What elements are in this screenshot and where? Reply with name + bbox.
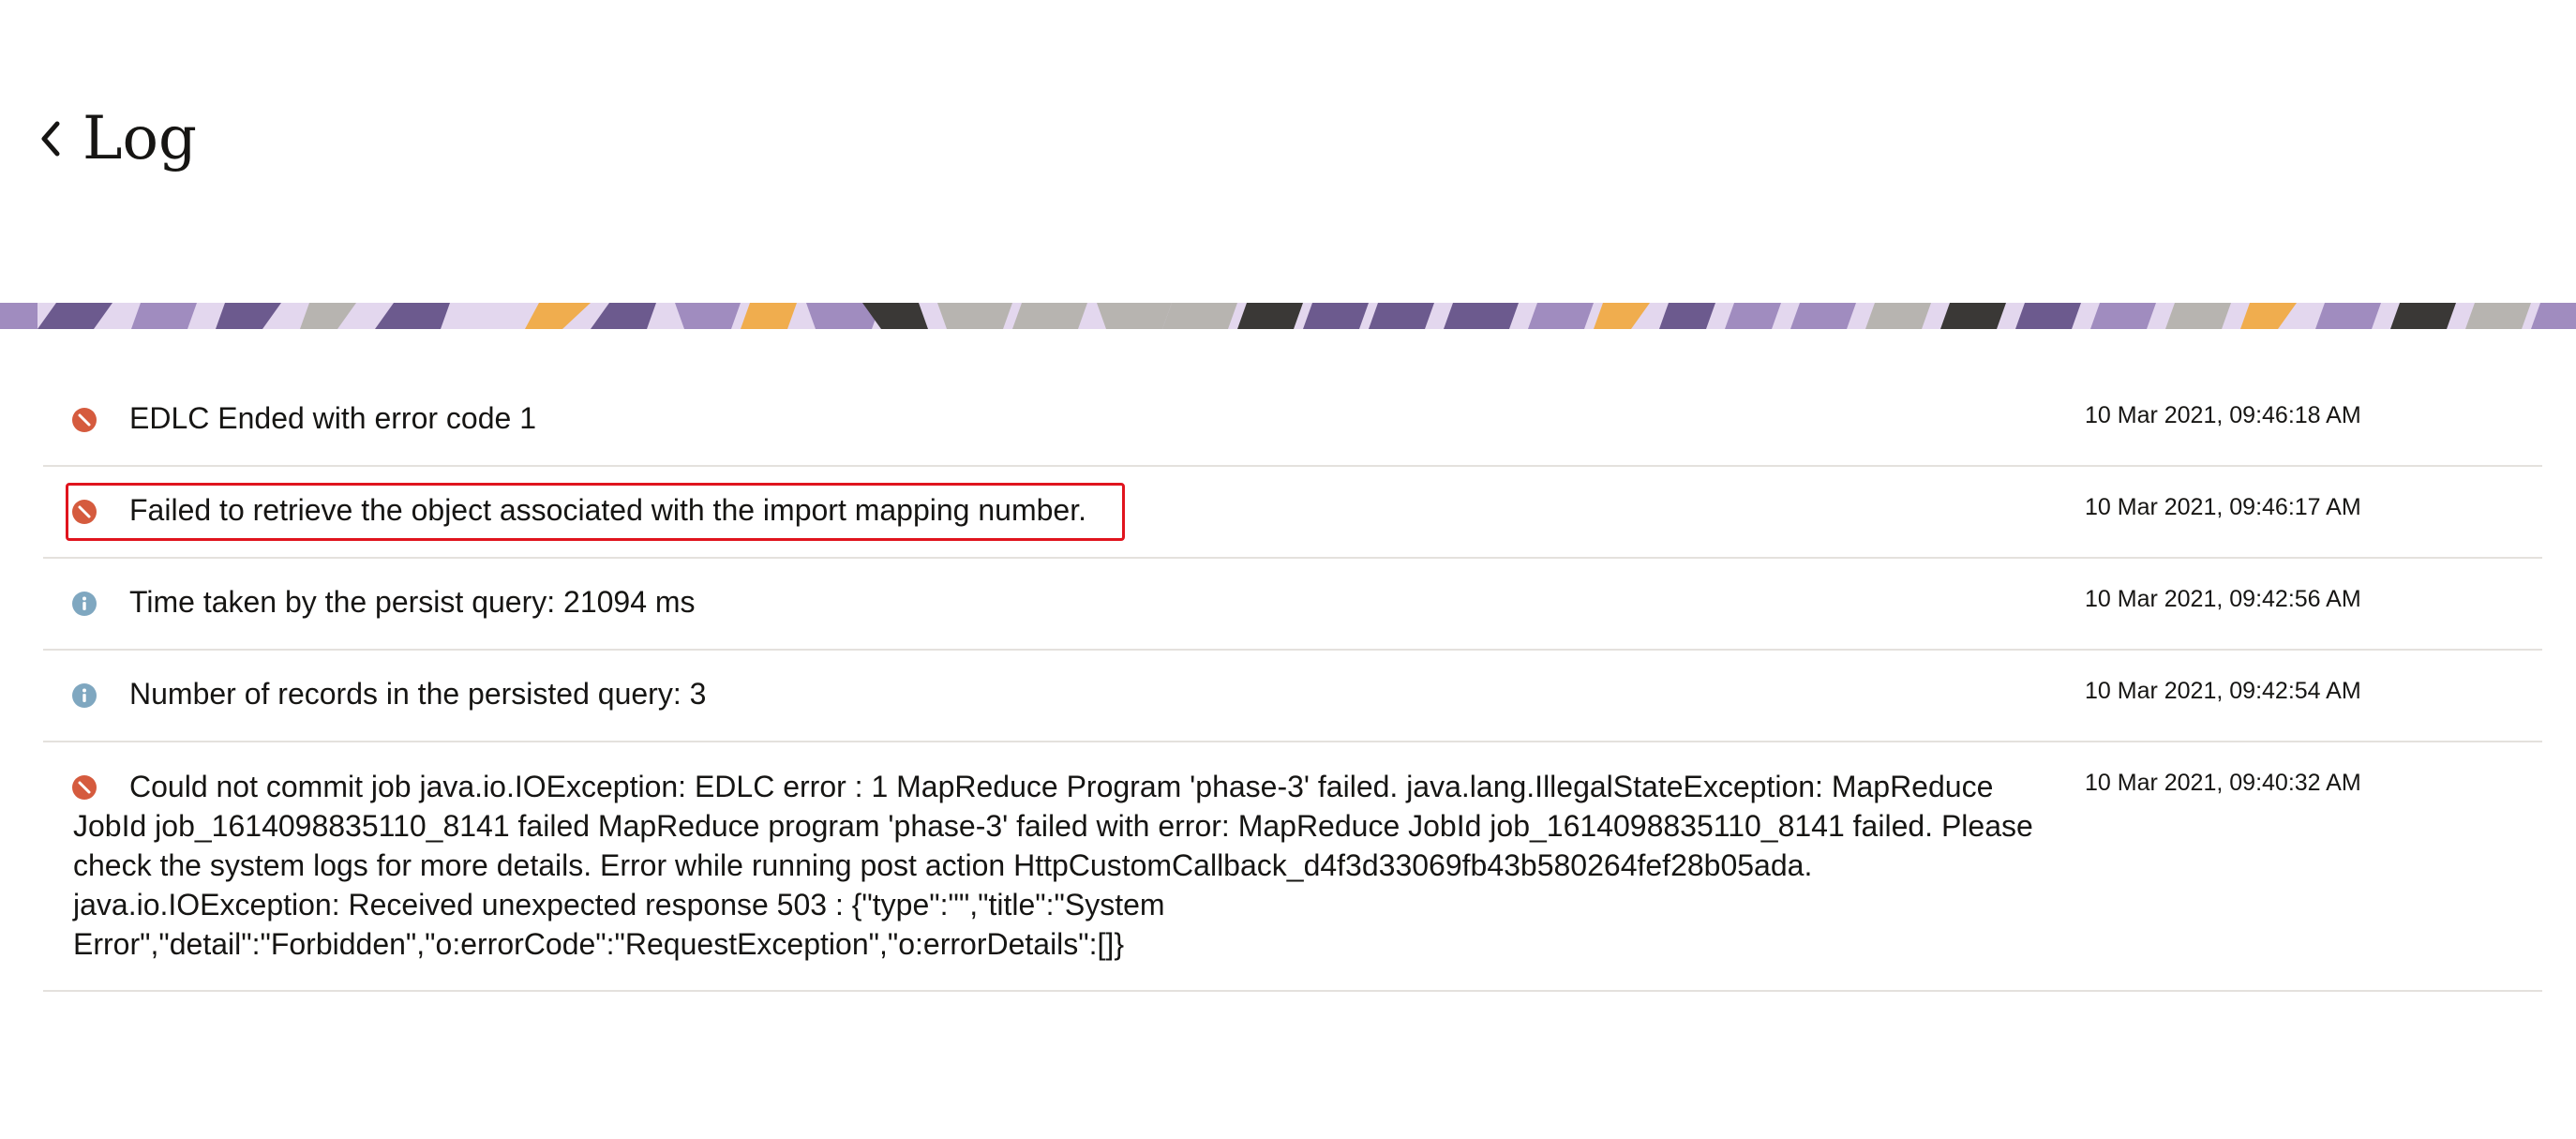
log-message: EDLC Ended with error code 1 bbox=[129, 401, 536, 435]
log-message: Could not commit job java.io.IOException… bbox=[73, 770, 2033, 961]
page-title: Log bbox=[82, 104, 197, 173]
log-list: EDLC Ended with error code 1 10 Mar 2021… bbox=[43, 375, 2542, 992]
log-row: Number of records in the persisted query… bbox=[43, 651, 2542, 742]
log-row: EDLC Ended with error code 1 10 Mar 2021… bbox=[43, 375, 2542, 467]
chevron-left-icon bbox=[41, 121, 60, 157]
log-message: Time taken by the persist query: 21094 m… bbox=[129, 585, 696, 619]
log-timestamp: 10 Mar 2021, 09:46:17 AM bbox=[2085, 494, 2361, 520]
log-timestamp: 10 Mar 2021, 09:40:32 AM bbox=[2085, 770, 2361, 796]
back-button[interactable] bbox=[34, 112, 67, 165]
log-timestamp: 10 Mar 2021, 09:42:54 AM bbox=[2085, 678, 2361, 704]
error-icon bbox=[71, 407, 97, 433]
log-row: Time taken by the persist query: 21094 m… bbox=[43, 559, 2542, 651]
info-icon bbox=[71, 591, 97, 617]
log-message: Number of records in the persisted query… bbox=[129, 677, 707, 711]
error-icon bbox=[71, 499, 97, 525]
log-timestamp: 10 Mar 2021, 09:42:56 AM bbox=[2085, 586, 2361, 612]
log-row: Could not commit job java.io.IOException… bbox=[43, 742, 2542, 992]
log-timestamp: 10 Mar 2021, 09:46:18 AM bbox=[2085, 402, 2361, 428]
page-header: Log bbox=[0, 0, 2576, 303]
log-row: Failed to retrieve the object associated… bbox=[43, 467, 2542, 559]
info-icon bbox=[71, 682, 97, 709]
log-message: Failed to retrieve the object associated… bbox=[129, 493, 1086, 527]
decorative-banner bbox=[0, 303, 2576, 329]
